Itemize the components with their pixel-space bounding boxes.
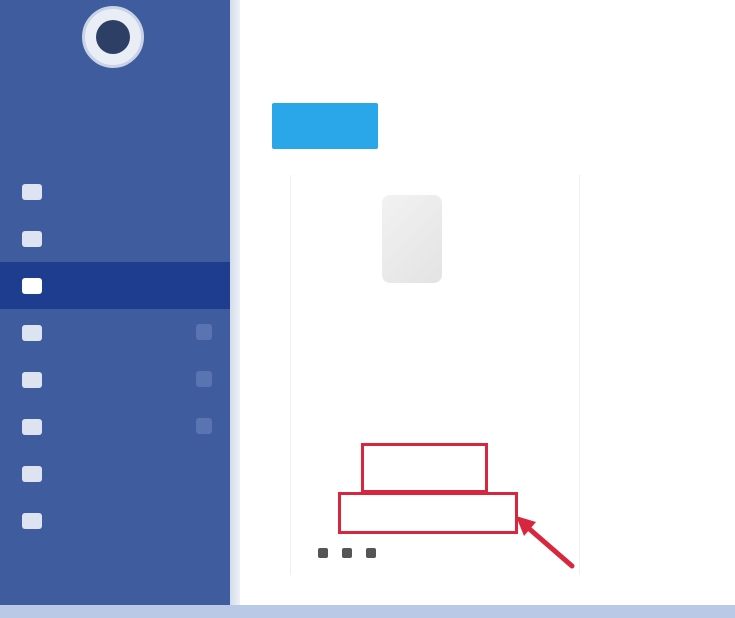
sidebar-item-4[interactable] [0, 309, 230, 356]
nav-item-icon [22, 371, 42, 388]
nav-item-icon [22, 277, 42, 294]
nav-item-icon [22, 230, 42, 247]
nav-item-icon [22, 183, 42, 200]
nav-item-icon [22, 512, 42, 529]
sidebar-item-6[interactable] [0, 403, 230, 450]
nav-badge [196, 371, 212, 387]
nav-badge [196, 324, 212, 340]
nav-item-icon [22, 324, 42, 341]
highlighted-secondary-action[interactable] [338, 492, 518, 534]
sidebar-divider [230, 0, 240, 605]
nav-item-icon [22, 465, 42, 482]
nav-item-icon [22, 418, 42, 435]
sidebar-item-1[interactable] [0, 168, 230, 215]
sidebar [0, 0, 230, 605]
highlighted-action-button[interactable] [361, 443, 488, 493]
sidebar-item-8[interactable] [0, 497, 230, 544]
footer-icon-3[interactable] [366, 548, 376, 558]
nav-badge [196, 418, 212, 434]
profile-photo [382, 195, 442, 283]
sidebar-item-7[interactable] [0, 450, 230, 497]
footer-icon-1[interactable] [318, 548, 328, 558]
footer-icon-2[interactable] [342, 548, 352, 558]
sidebar-nav [0, 168, 230, 544]
bottom-bar [0, 605, 735, 618]
sidebar-item-5[interactable] [0, 356, 230, 403]
sidebar-item-3-active[interactable] [0, 262, 230, 309]
primary-action-button[interactable] [272, 103, 378, 149]
sidebar-item-2[interactable] [0, 215, 230, 262]
arrow-annotation-icon [516, 516, 575, 569]
card-footer [318, 548, 402, 558]
avatar-icon [96, 20, 130, 54]
avatar[interactable] [82, 6, 144, 68]
